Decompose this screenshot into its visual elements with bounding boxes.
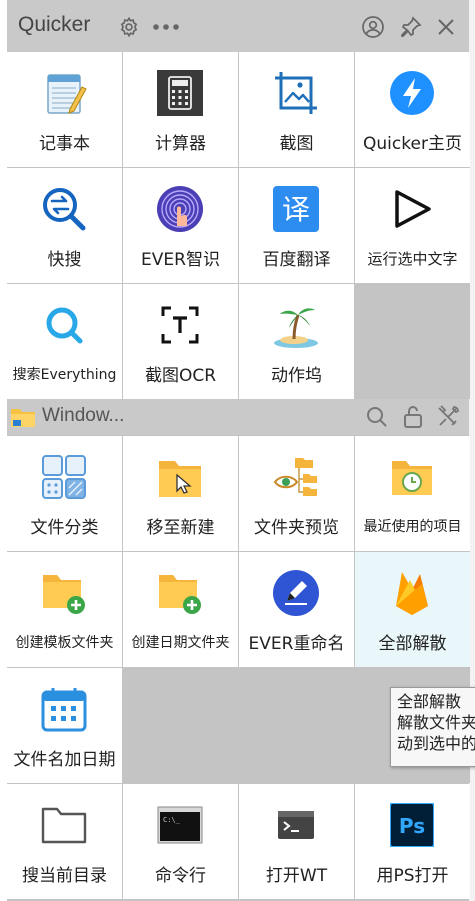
more-dots-icon[interactable] [151, 15, 181, 39]
translate-icon: 译 [271, 184, 321, 234]
svg-text:Ps: Ps [399, 814, 425, 838]
action-search-current-dir[interactable]: 搜当前目录 [7, 784, 122, 899]
lightning-icon [387, 68, 437, 118]
action-folder-preview[interactable]: 文件夹预览 [239, 436, 354, 551]
action-create-date-folder[interactable]: 创建日期文件夹 [123, 552, 238, 667]
action-categorize-files[interactable]: 文件分类 [7, 436, 122, 551]
action-recent-items[interactable]: 最近使用的项目 [355, 436, 470, 551]
action-everything-search[interactable]: 搜索Everything [7, 284, 122, 399]
folder-icon [10, 405, 36, 429]
everything-search-icon [39, 300, 89, 350]
action-label: 文件分类 [30, 518, 99, 538]
screenshot-icon [271, 68, 321, 118]
move-to-new-folder-icon [155, 452, 205, 502]
action-quicker-home[interactable]: Quicker主页 [355, 52, 470, 167]
action-label: 文件夹预览 [254, 518, 339, 538]
folder-preview-icon [271, 452, 321, 502]
action-label: 快搜 [47, 250, 82, 270]
action-label: 创建日期文件夹 [131, 635, 230, 651]
notepad-icon [39, 68, 89, 118]
folder-add-icon [39, 568, 89, 618]
empty-slot [355, 284, 470, 399]
empty-slot [239, 668, 354, 783]
action-label: 计算器 [155, 134, 206, 154]
action-label: 记事本 [39, 134, 90, 154]
firebase-flame-icon [387, 568, 437, 618]
action-label: 最近使用的项目 [363, 519, 462, 535]
action-label: 命令行 [155, 866, 206, 886]
palm-island-icon [271, 300, 321, 350]
action-dock[interactable]: 动作坞 [239, 284, 354, 399]
window-section-header[interactable]: Window... [7, 399, 469, 435]
action-calculator[interactable]: 计算器 [123, 52, 238, 167]
action-baidu-translate[interactable]: 译 百度翻译 [239, 168, 354, 283]
empty-slot [123, 668, 238, 783]
action-dissolve-all[interactable]: 全部解散 [355, 552, 470, 667]
recent-items-icon [387, 452, 437, 502]
action-label: 截图OCR [144, 366, 217, 386]
app-title: Quicker [18, 13, 91, 36]
action-label: EVER重命名 [248, 634, 345, 654]
svg-text:C:\_: C:\_ [163, 816, 181, 824]
quick-search-icon [39, 184, 89, 234]
action-open-with-ps[interactable]: Ps 用PS打开 [355, 784, 470, 899]
action-label: 文件名加日期 [13, 750, 116, 770]
action-create-template-folder[interactable]: 创建模板文件夹 [7, 552, 122, 667]
title-bar[interactable]: Quicker [7, 0, 469, 52]
action-notepad[interactable]: 记事本 [7, 52, 122, 167]
action-screenshot[interactable]: 截图 [239, 52, 354, 167]
tooltip-line: 解散文件夹 [397, 713, 475, 732]
action-label: 搜索Everything [12, 367, 117, 383]
tooltip-line: 动到选中的 [397, 734, 475, 753]
photoshop-icon: Ps [387, 800, 437, 850]
action-screenshot-ocr[interactable]: 截图OCR [123, 284, 238, 399]
ocr-icon [155, 300, 205, 350]
action-grid-main: 记事本 计算器 截图 Quicker主页 快搜 EVER智识 译 百度翻译 运行… [7, 52, 470, 399]
tools-icon[interactable] [436, 405, 460, 429]
terminal-icon [271, 800, 321, 850]
action-label: 截图 [279, 134, 314, 154]
action-command-line[interactable]: C:\_ 命令行 [123, 784, 238, 899]
rename-pen-icon [271, 568, 321, 618]
tooltip-line: 全部解散 [397, 692, 462, 711]
action-run-selected-text[interactable]: 运行选中文字 [355, 168, 470, 283]
search-icon[interactable] [365, 405, 389, 429]
action-label: 百度翻译 [262, 250, 331, 270]
action-label: 运行选中文字 [367, 250, 458, 268]
action-label: EVER智识 [141, 250, 220, 270]
action-label: 用PS打开 [376, 866, 449, 886]
action-ever-zhishi[interactable]: EVER智识 [123, 168, 238, 283]
close-icon[interactable] [434, 15, 458, 39]
play-icon [387, 184, 437, 234]
action-move-to-new[interactable]: 移至新建 [123, 436, 238, 551]
calculator-icon [155, 68, 205, 118]
action-grid-tools: 搜当前目录 C:\_ 命令行 打开WT Ps 用PS打开 [7, 784, 470, 899]
action-ever-rename[interactable]: EVER重命名 [239, 552, 354, 667]
action-label: 打开WT [265, 866, 328, 886]
folder-outline-icon [39, 800, 89, 850]
user-account-icon[interactable] [361, 15, 385, 39]
action-label: 创建模板文件夹 [15, 635, 114, 651]
action-filename-add-date[interactable]: 文件名加日期 [7, 668, 122, 783]
action-label: 全部解散 [378, 634, 447, 654]
pin-icon[interactable] [399, 15, 423, 39]
action-quick-search[interactable]: 快搜 [7, 168, 122, 283]
categorize-icon [39, 452, 89, 502]
svg-text:译: 译 [282, 193, 310, 226]
section-title: Window... [42, 405, 125, 426]
action-label: 动作坞 [271, 366, 322, 386]
gear-icon[interactable] [117, 15, 141, 39]
lock-icon[interactable] [401, 404, 425, 430]
fingerprint-icon [155, 184, 205, 234]
action-label: 搜当前目录 [22, 866, 107, 886]
action-label: 移至新建 [146, 518, 215, 538]
calendar-icon [39, 684, 89, 734]
action-label: Quicker主页 [363, 134, 462, 154]
folder-add-icon [155, 568, 205, 618]
cmd-icon: C:\_ [155, 800, 205, 850]
action-open-wt[interactable]: 打开WT [239, 784, 354, 899]
tooltip: 全部解散 解散文件夹 动到选中的 [390, 687, 475, 767]
